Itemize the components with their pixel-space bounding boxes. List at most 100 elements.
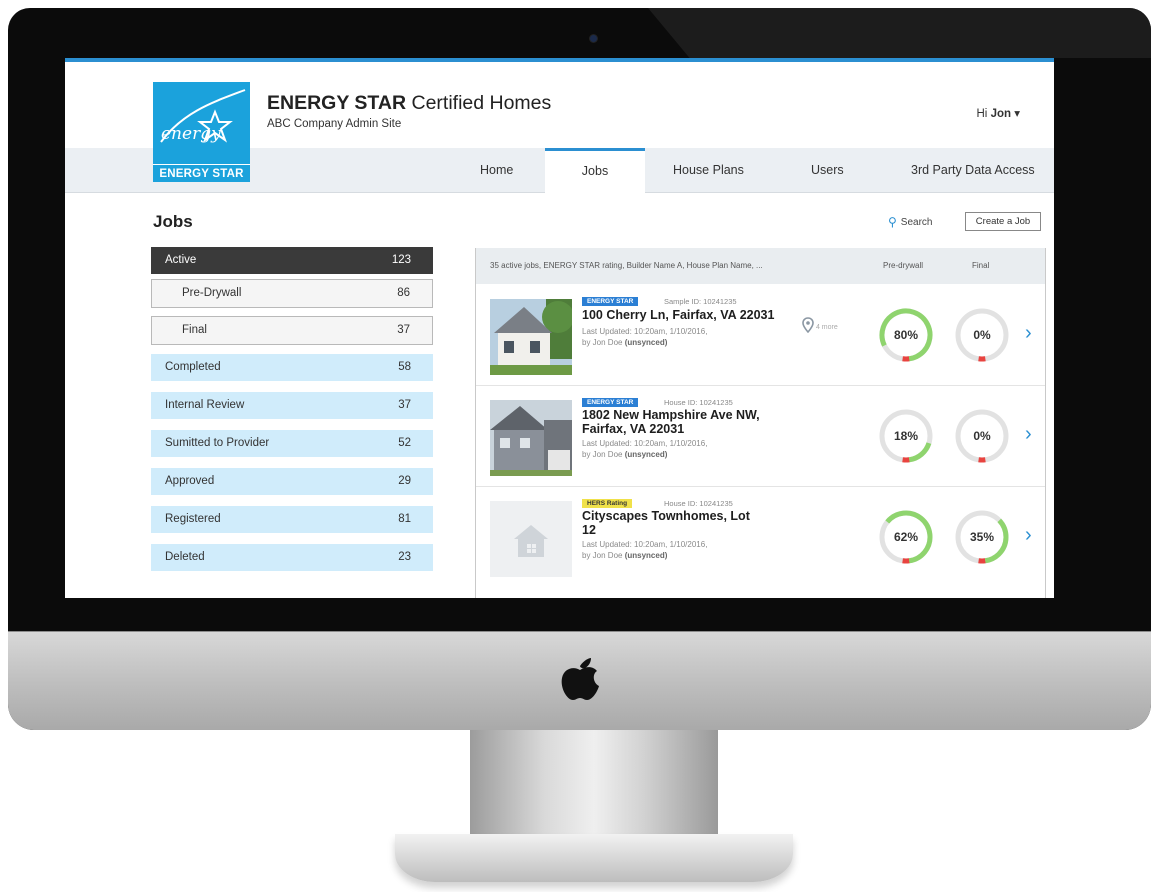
job-row[interactable]: ENERGY STAR House ID: 10241235 1802 New … xyxy=(476,386,1045,487)
sync-status: (unsynced) xyxy=(624,551,668,560)
progress-value: 18% xyxy=(893,429,919,443)
site-title-rest: Certified Homes xyxy=(406,92,552,114)
location-button[interactable]: 4 more xyxy=(802,317,838,334)
chevron-right-icon[interactable]: › xyxy=(1025,524,1032,547)
monitor-chin xyxy=(8,631,1151,730)
progress-ring-final: 35% xyxy=(954,509,1010,565)
job-title: 1802 New Hampshire Ave NW, Fairfax, VA 2… xyxy=(582,408,760,436)
tab-jobs[interactable]: Jobs xyxy=(545,148,645,196)
job-updated: Last Updated: 10:20am, 1/10/2016, xyxy=(582,439,708,448)
user-name: Jon xyxy=(990,108,1012,120)
status-count: 123 xyxy=(391,254,411,266)
imac-foot xyxy=(395,834,793,882)
search-button[interactable]: ⚲ Search xyxy=(888,215,932,229)
status-item-internal-review[interactable]: Internal Review 37 xyxy=(151,392,433,419)
job-author: by Jon Doe xyxy=(582,338,623,347)
site-subtitle: ABC Company Admin Site xyxy=(267,118,402,130)
status-label: Internal Review xyxy=(165,399,245,411)
chevron-right-icon[interactable]: › xyxy=(1025,322,1032,345)
location-more: 4 more xyxy=(815,324,838,331)
status-item-deleted[interactable]: Deleted 23 xyxy=(151,544,433,571)
jobs-panel: 35 active jobs, ENERGY STAR rating, Buil… xyxy=(475,248,1046,598)
col-header-pre-drywall: Pre-drywall xyxy=(883,261,924,270)
progress-value: 35% xyxy=(969,530,995,544)
imac-monitor: energy ENERGY STAR ENERGY STAR Certified… xyxy=(8,8,1151,730)
logo-label: ENERGY STAR xyxy=(159,168,244,180)
site-header: energy ENERGY STAR ENERGY STAR Certified… xyxy=(65,62,1054,182)
status-item-completed[interactable]: Completed 58 xyxy=(151,354,433,381)
progress-ring-final: 0% xyxy=(954,307,1010,363)
status-label: Active xyxy=(165,254,197,266)
jobs-summary: 35 active jobs, ENERGY STAR rating, Buil… xyxy=(490,261,763,270)
job-title: Cityscapes Townhomes, Lot 12 xyxy=(582,509,750,537)
house-placeholder xyxy=(490,501,572,577)
status-count: 86 xyxy=(397,287,410,299)
job-id: House ID: 10241235 xyxy=(664,499,733,508)
status-item-final[interactable]: Final 37 xyxy=(151,316,433,345)
status-label: Final xyxy=(182,324,207,336)
map-pin-icon xyxy=(802,317,814,334)
status-badge: ENERGY STAR xyxy=(582,297,639,306)
chevron-down-icon: ▾ xyxy=(1014,108,1020,120)
status-label: Deleted xyxy=(165,551,205,563)
house-photo xyxy=(490,400,572,476)
sync-status: (unsynced) xyxy=(624,450,668,459)
status-label: Completed xyxy=(165,361,221,373)
status-item-registered[interactable]: Registered 81 xyxy=(151,506,433,533)
create-job-button[interactable]: Create a Job xyxy=(965,212,1041,231)
status-item-pre-drywall[interactable]: Pre-Drywall 86 xyxy=(151,279,433,308)
screen-glare xyxy=(648,8,1151,58)
status-label: Pre-Drywall xyxy=(182,287,242,299)
jobs-header: 35 active jobs, ENERGY STAR rating, Buil… xyxy=(476,248,1045,284)
job-author: by Jon Doe xyxy=(582,551,623,560)
house-photo xyxy=(490,299,572,375)
home-icon xyxy=(514,525,548,557)
site-title-bold: ENERGY STAR xyxy=(267,92,407,114)
apple-logo-icon xyxy=(561,658,599,700)
search-label: Search xyxy=(900,217,933,228)
status-item-active[interactable]: Active 123 xyxy=(151,247,433,274)
tab-home[interactable]: Home xyxy=(480,148,513,192)
progress-ring-pre-drywall: 62% xyxy=(878,509,934,565)
progress-value: 80% xyxy=(893,328,919,342)
status-item-submitted-to-provider[interactable]: Sumitted to Provider 52 xyxy=(151,430,433,457)
job-author: by Jon Doe xyxy=(582,450,623,459)
status-count: 52 xyxy=(398,437,411,449)
imac-stand xyxy=(470,730,718,845)
app-screen: energy ENERGY STAR ENERGY STAR Certified… xyxy=(65,58,1054,598)
status-count: 37 xyxy=(398,399,411,411)
user-menu[interactable]: Hi Jon ▾ xyxy=(976,106,1020,120)
logo-script-text: energy xyxy=(161,124,221,144)
progress-ring-pre-drywall: 80% xyxy=(878,307,934,363)
status-count: 37 xyxy=(397,324,410,336)
job-row[interactable]: HERS Rating House ID: 10241235 Cityscape… xyxy=(476,487,1045,587)
sync-status: (unsynced) xyxy=(624,338,668,347)
energy-star-logo[interactable]: energy ENERGY STAR xyxy=(153,82,250,182)
status-count: 81 xyxy=(398,513,411,525)
status-label: Approved xyxy=(165,475,215,487)
status-badge: HERS Rating xyxy=(582,499,633,508)
job-id: House ID: 10241235 xyxy=(664,398,733,407)
job-updated-by: by Jon Doe (unsynced) xyxy=(582,337,667,348)
col-header-final: Final xyxy=(972,261,990,270)
job-updated-by: by Jon Doe (unsynced) xyxy=(582,550,667,561)
progress-ring-final: 0% xyxy=(954,408,1010,464)
status-count: 23 xyxy=(398,551,411,563)
page-title: Jobs xyxy=(153,212,193,231)
tab-house-plans[interactable]: House Plans xyxy=(673,148,744,192)
greeting-text: Hi xyxy=(976,108,988,120)
progress-value: 0% xyxy=(973,429,991,443)
progress-ring-pre-drywall: 18% xyxy=(878,408,934,464)
status-count: 58 xyxy=(398,361,411,373)
tab-users[interactable]: Users xyxy=(811,148,844,192)
progress-value: 0% xyxy=(973,328,991,342)
progress-value: 62% xyxy=(893,530,919,544)
camera-icon xyxy=(590,35,597,42)
job-updated-by: by Jon Doe (unsynced) xyxy=(582,449,667,460)
tab-3rd-party-data-access[interactable]: 3rd Party Data Access xyxy=(911,148,1035,192)
main-content: Jobs ⚲ Search Create a Job Active 123 Pre… xyxy=(65,193,1054,598)
site-title: ENERGY STAR Certified Homes xyxy=(267,92,551,115)
chevron-right-icon[interactable]: › xyxy=(1025,423,1032,446)
status-item-approved[interactable]: Approved 29 xyxy=(151,468,433,495)
job-row[interactable]: ENERGY STAR Sample ID: 10241235 100 Cher… xyxy=(476,285,1045,386)
